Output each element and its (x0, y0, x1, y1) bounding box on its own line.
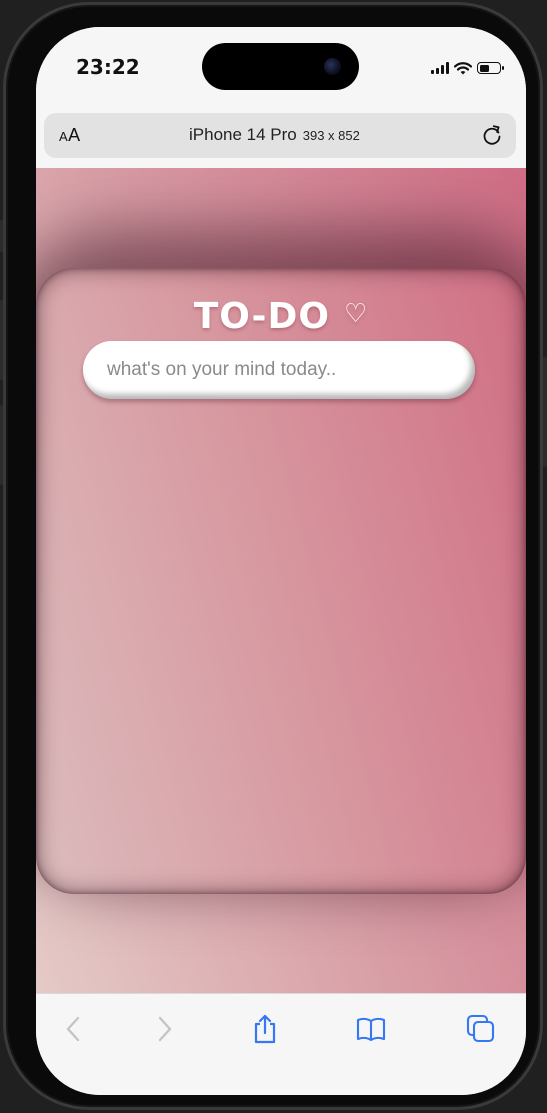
home-indicator (214, 1080, 348, 1085)
tabs-button[interactable] (466, 1014, 496, 1044)
heart-icon: ♡ (343, 299, 369, 329)
text-size-small-glyph: A (59, 129, 69, 144)
tabs-icon (466, 1014, 495, 1043)
page-title: TO-DO ♡ (36, 296, 526, 337)
forward-button[interactable] (150, 1014, 180, 1044)
text-size-big-glyph: A (68, 125, 81, 145)
wifi-icon (454, 61, 472, 74)
power-button (543, 357, 547, 467)
bookmarks-icon (356, 1017, 386, 1042)
front-camera-icon (324, 58, 341, 75)
text-size-button[interactable]: AA (59, 125, 81, 146)
web-viewport: TO-DO ♡ (36, 168, 526, 993)
forward-icon (158, 1016, 172, 1042)
browser-toolbar (36, 993, 526, 1095)
back-button[interactable] (58, 1014, 88, 1044)
status-bar: 23:22 (36, 27, 526, 117)
todo-card: TO-DO ♡ (36, 268, 526, 894)
todo-input[interactable] (83, 341, 475, 399)
address-bar[interactable]: AA iPhone 14 Pro 393 x 852 (44, 113, 516, 158)
volume-down-button (0, 405, 3, 485)
status-time: 23:22 (76, 55, 140, 79)
mute-switch (0, 220, 3, 252)
battery-icon (477, 62, 504, 74)
back-icon (66, 1016, 80, 1042)
device-size: 393 x 852 (302, 128, 360, 143)
bookmarks-button[interactable] (356, 1014, 386, 1044)
title-text: TO-DO (193, 296, 330, 337)
reload-icon[interactable] (480, 123, 504, 147)
phone-screen: 23:22 AA iPhone 14 Pro 393 x 852 TO-DO ♡… (36, 27, 526, 1095)
share-icon (254, 1014, 276, 1044)
device-name: iPhone 14 Pro (189, 125, 297, 144)
status-icons (431, 60, 504, 76)
dynamic-island (202, 43, 359, 90)
cellular-signal-icon (431, 62, 449, 74)
volume-up-button (0, 300, 3, 380)
share-button[interactable] (250, 1014, 280, 1044)
device-label: iPhone 14 Pro 393 x 852 (189, 125, 360, 145)
phone-frame: 23:22 AA iPhone 14 Pro 393 x 852 TO-DO ♡… (0, 2, 547, 1110)
